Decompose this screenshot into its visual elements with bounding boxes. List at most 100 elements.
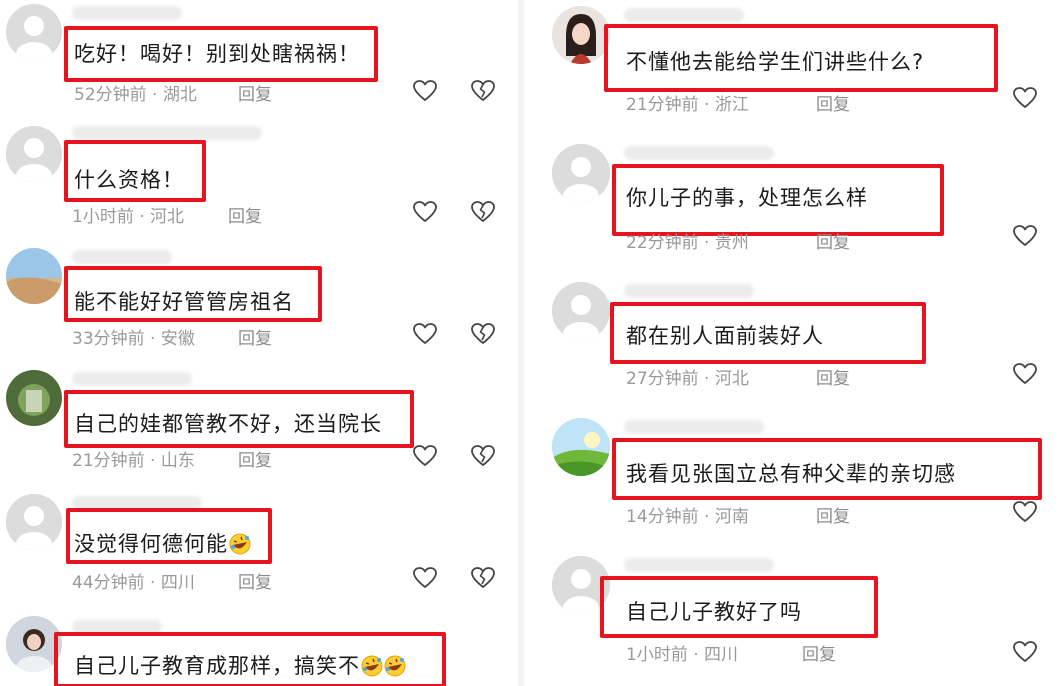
comment-text: 能不能好好管管房祖名 <box>74 290 294 314</box>
reply-button[interactable]: 回复 <box>816 502 850 527</box>
comment-time: 21分钟前 <box>626 95 699 115</box>
meta-separator: · <box>704 507 710 527</box>
comment-time: 14分钟前 <box>626 507 699 527</box>
username-placeholder[interactable] <box>72 126 262 140</box>
heart-outline-icon[interactable] <box>1012 362 1038 386</box>
comment-text: 不懂他去能给学生们讲些什么? <box>626 50 925 74</box>
heart-outline-icon[interactable] <box>412 200 438 224</box>
reply-button[interactable]: 回复 <box>816 228 850 253</box>
broken-heart-icon[interactable] <box>470 444 496 468</box>
username-placeholder[interactable] <box>624 558 774 572</box>
reply-button[interactable]: 回复 <box>238 324 272 349</box>
comment-time: 1小时前 <box>72 207 134 227</box>
comment-location: 安徽 <box>160 329 195 349</box>
comment-time: 22分钟前 <box>626 233 699 253</box>
reply-button[interactable]: 回复 <box>802 640 836 665</box>
avatar[interactable] <box>552 6 610 64</box>
meta-separator: · <box>150 573 156 593</box>
comment-time: 27分钟前 <box>626 369 699 389</box>
heart-outline-icon[interactable] <box>1012 500 1038 524</box>
comment-item: 自己的娃都管教不好，还当院长 21分钟前 · 山东 回复 <box>0 366 518 490</box>
heart-outline-icon[interactable] <box>1012 640 1038 664</box>
comment-item: 自己儿子教育成那样，搞笑不 <box>0 614 518 686</box>
avatar[interactable] <box>552 418 610 476</box>
broken-heart-icon[interactable] <box>470 322 496 346</box>
meta-separator: · <box>150 451 156 471</box>
comment-time: 44分钟前 <box>72 573 145 593</box>
comment-text: 都在别人面前装好人 <box>626 324 824 348</box>
comment-meta: 14分钟前 · 河南 <box>626 502 749 527</box>
reply-button[interactable]: 回复 <box>238 568 272 593</box>
username-placeholder[interactable] <box>72 372 192 386</box>
username-placeholder[interactable] <box>624 420 764 434</box>
comment-text: 我看见张国立总有种父辈的亲切感 <box>626 462 956 486</box>
broken-heart-icon[interactable] <box>470 200 496 224</box>
comment-meta: 21分钟前 · 山东 <box>72 446 195 471</box>
rolling-laughing-emoji-icon <box>384 655 406 677</box>
comment-item: 吃好！喝好！别到处瞎祸祸！ 52分钟前 · 湖北 回复 <box>0 0 518 120</box>
comment-item: 什么资格！ 1小时前 · 河北 回复 <box>0 120 518 242</box>
comment-meta: 21分钟前 · 浙江 <box>626 90 749 115</box>
comment-item: 都在别人面前装好人 27分钟前 · 河北 回复 <box>524 276 1058 412</box>
username-placeholder[interactable] <box>624 284 754 298</box>
heart-outline-icon[interactable] <box>412 79 438 103</box>
comment-meta: 22分钟前 · 贵州 <box>626 228 749 253</box>
heart-outline-icon[interactable] <box>1012 86 1038 110</box>
right-comment-column: 不懂他去能给学生们讲些什么? 21分钟前 · 浙江 回复 你儿子的事，处理怎么样… <box>524 0 1058 686</box>
comment-text: 什么资格！ <box>74 168 184 192</box>
heart-outline-icon[interactable] <box>412 322 438 346</box>
reply-button[interactable]: 回复 <box>228 202 262 227</box>
username-placeholder[interactable] <box>72 6 182 20</box>
comment-time: 21分钟前 <box>72 451 145 471</box>
heart-outline-icon[interactable] <box>412 444 438 468</box>
heart-outline-icon[interactable] <box>412 566 438 590</box>
comment-location: 山东 <box>160 451 195 471</box>
comment-item: 能不能好好管管房祖名 33分钟前 · 安徽 回复 <box>0 242 518 366</box>
comment-text: 自己儿子教好了吗 <box>626 600 802 624</box>
comment-item: 你儿子的事，处理怎么样 22分钟前 · 贵州 回复 <box>524 138 1058 276</box>
comment-meta: 27分钟前 · 河北 <box>626 364 749 389</box>
comment-meta: 33分钟前 · 安徽 <box>72 324 195 349</box>
comment-text: 自己儿子教育成那样，搞笑不 <box>74 650 406 680</box>
avatar[interactable] <box>6 4 62 60</box>
left-comment-column: 吃好！喝好！别到处瞎祸祸！ 52分钟前 · 湖北 回复 什么资格！ 1小时前 ·… <box>0 0 518 686</box>
avatar[interactable] <box>552 282 610 340</box>
comment-item: 没觉得何德何能 44分钟前 · 四川 回复 <box>0 490 518 614</box>
avatar[interactable] <box>6 370 62 426</box>
comment-text: 自己的娃都管教不好，还当院长 <box>74 412 382 436</box>
meta-separator: · <box>152 85 158 105</box>
comment-text-content: 没觉得何德何能 <box>74 532 228 556</box>
comment-item: 我看见张国立总有种父辈的亲切感 14分钟前 · 河南 回复 <box>524 412 1058 550</box>
broken-heart-icon[interactable] <box>470 79 496 103</box>
username-placeholder[interactable] <box>624 8 744 22</box>
comment-location: 湖北 <box>162 85 197 105</box>
comment-location: 浙江 <box>714 95 749 115</box>
comment-location: 河北 <box>714 369 749 389</box>
comment-time: 33分钟前 <box>72 329 145 349</box>
reply-button[interactable]: 回复 <box>816 364 850 389</box>
comment-location: 贵州 <box>714 233 749 253</box>
reply-button[interactable]: 回复 <box>238 80 272 105</box>
comment-meta: 44分钟前 · 四川 <box>72 568 195 593</box>
heart-outline-icon[interactable] <box>1012 224 1038 248</box>
comment-text-content: 自己儿子教育成那样，搞笑不 <box>74 654 360 678</box>
avatar[interactable] <box>552 144 610 202</box>
broken-heart-icon[interactable] <box>470 566 496 590</box>
avatar[interactable] <box>6 494 62 550</box>
comment-text: 没觉得何德何能 <box>74 528 251 558</box>
comment-text: 吃好！喝好！别到处瞎祸祸！ <box>74 42 360 66</box>
comment-time: 1小时前 <box>626 645 688 665</box>
meta-separator: · <box>693 645 699 665</box>
comment-meta: 1小时前 · 河北 <box>72 202 184 227</box>
reply-button[interactable]: 回复 <box>816 90 850 115</box>
comment-item: 不懂他去能给学生们讲些什么? 21分钟前 · 浙江 回复 <box>524 0 1058 138</box>
reply-button[interactable]: 回复 <box>238 446 272 471</box>
comment-location: 河南 <box>714 507 749 527</box>
rolling-laughing-emoji-icon <box>361 655 383 677</box>
avatar[interactable] <box>6 248 62 304</box>
username-placeholder[interactable] <box>624 146 774 160</box>
comment-location: 四川 <box>160 573 195 593</box>
avatar[interactable] <box>6 126 62 182</box>
comment-meta: 1小时前 · 四川 <box>626 640 738 665</box>
username-placeholder[interactable] <box>72 250 172 264</box>
